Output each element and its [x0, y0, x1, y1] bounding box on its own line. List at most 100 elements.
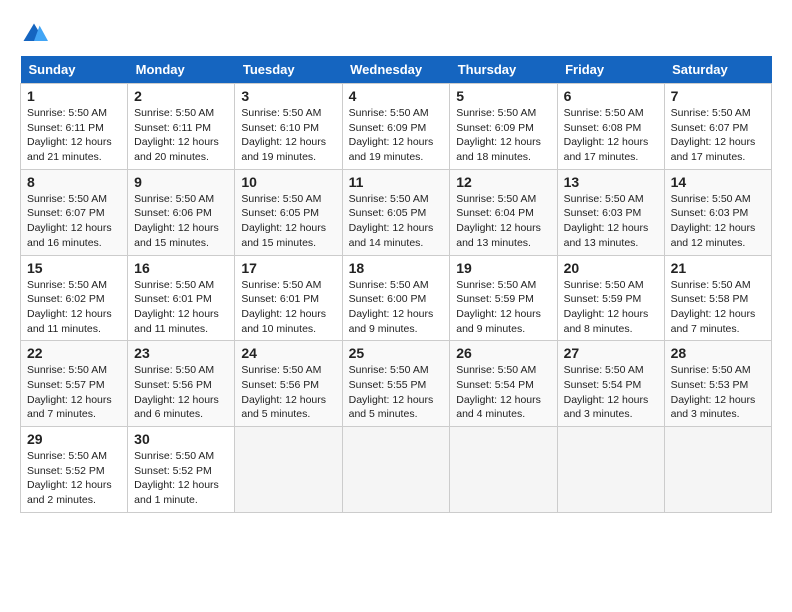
- calendar-day-cell: 14 Sunrise: 5:50 AMSunset: 6:03 PMDayligh…: [664, 169, 771, 255]
- day-info: Sunrise: 5:50 AMSunset: 5:52 PMDaylight:…: [27, 449, 121, 508]
- day-info: Sunrise: 5:50 AMSunset: 6:01 PMDaylight:…: [134, 278, 228, 337]
- day-info: Sunrise: 5:50 AMSunset: 6:07 PMDaylight:…: [671, 106, 765, 165]
- calendar-day-cell: 8 Sunrise: 5:50 AMSunset: 6:07 PMDaylight…: [21, 169, 128, 255]
- day-info: Sunrise: 5:50 AMSunset: 5:59 PMDaylight:…: [456, 278, 550, 337]
- day-number: 4: [349, 88, 444, 104]
- weekday-header-cell: Monday: [128, 56, 235, 84]
- logo-icon: [20, 20, 48, 48]
- day-number: 7: [671, 88, 765, 104]
- day-info: Sunrise: 5:50 AMSunset: 6:00 PMDaylight:…: [349, 278, 444, 337]
- day-number: 21: [671, 260, 765, 276]
- calendar-day-cell: 6Sunrise: 5:50 AMSunset: 6:08 PMDaylight…: [557, 84, 664, 170]
- day-info: Sunrise: 5:50 AMSunset: 6:09 PMDaylight:…: [456, 106, 550, 165]
- day-number: 26: [456, 345, 550, 361]
- calendar-day-cell: 20 Sunrise: 5:50 AMSunset: 5:59 PMDayligh…: [557, 255, 664, 341]
- calendar-day-cell: 11Sunrise: 5:50 AMSunset: 6:05 PMDayligh…: [342, 169, 450, 255]
- day-info: Sunrise: 5:50 AMSunset: 5:53 PMDaylight:…: [671, 363, 765, 422]
- calendar-day-cell: [342, 427, 450, 513]
- calendar-day-cell: 19 Sunrise: 5:50 AMSunset: 5:59 PMDayligh…: [450, 255, 557, 341]
- calendar-day-cell: [557, 427, 664, 513]
- calendar-week-row: 1 Sunrise: 5:50 AMSunset: 6:11 PMDaylight…: [21, 84, 772, 170]
- day-info: Sunrise: 5:50 AMSunset: 5:52 PMDaylight:…: [134, 449, 228, 508]
- calendar-day-cell: 23 Sunrise: 5:50 AMSunset: 5:56 PMDayligh…: [128, 341, 235, 427]
- day-number: 19: [456, 260, 550, 276]
- day-number: 2: [134, 88, 228, 104]
- weekday-header-cell: Thursday: [450, 56, 557, 84]
- calendar-day-cell: [235, 427, 342, 513]
- calendar-day-cell: 28 Sunrise: 5:50 AMSunset: 5:53 PMDayligh…: [664, 341, 771, 427]
- weekday-header-cell: Wednesday: [342, 56, 450, 84]
- day-info: Sunrise: 5:50 AMSunset: 6:03 PMDaylight:…: [671, 192, 765, 251]
- day-info: Sunrise: 5:50 AMSunset: 5:57 PMDaylight:…: [27, 363, 121, 422]
- weekday-header-cell: Tuesday: [235, 56, 342, 84]
- day-info: Sunrise: 5:50 AMSunset: 5:59 PMDaylight:…: [564, 278, 658, 337]
- day-number: 10: [241, 174, 335, 190]
- calendar-day-cell: 22Sunrise: 5:50 AMSunset: 5:57 PMDayligh…: [21, 341, 128, 427]
- calendar-day-cell: 13 Sunrise: 5:50 AMSunset: 6:03 PMDayligh…: [557, 169, 664, 255]
- day-info: Sunrise: 5:50 AMSunset: 6:05 PMDaylight:…: [241, 192, 335, 251]
- weekday-header-row: SundayMondayTuesdayWednesdayThursdayFrid…: [21, 56, 772, 84]
- day-number: 13: [564, 174, 658, 190]
- calendar-day-cell: [450, 427, 557, 513]
- day-number: 17: [241, 260, 335, 276]
- day-info: Sunrise: 5:50 AMSunset: 6:07 PMDaylight:…: [27, 192, 121, 251]
- calendar-day-cell: 27 Sunrise: 5:50 AMSunset: 5:54 PMDayligh…: [557, 341, 664, 427]
- calendar-day-cell: 9Sunrise: 5:50 AMSunset: 6:06 PMDaylight…: [128, 169, 235, 255]
- day-info: Sunrise: 5:50 AMSunset: 6:02 PMDaylight:…: [27, 278, 121, 337]
- day-number: 6: [564, 88, 658, 104]
- day-number: 9: [134, 174, 228, 190]
- day-info: Sunrise: 5:50 AMSunset: 5:55 PMDaylight:…: [349, 363, 444, 422]
- day-number: 8: [27, 174, 121, 190]
- calendar-week-row: 29 Sunrise: 5:50 AMSunset: 5:52 PMDayligh…: [21, 427, 772, 513]
- calendar-day-cell: 21Sunrise: 5:50 AMSunset: 5:58 PMDayligh…: [664, 255, 771, 341]
- day-info: Sunrise: 5:50 AMSunset: 5:54 PMDaylight:…: [564, 363, 658, 422]
- day-info: Sunrise: 5:50 AMSunset: 6:10 PMDaylight:…: [241, 106, 335, 165]
- calendar-table: SundayMondayTuesdayWednesdayThursdayFrid…: [20, 56, 772, 513]
- calendar-day-cell: [664, 427, 771, 513]
- day-number: 14: [671, 174, 765, 190]
- calendar-day-cell: 16 Sunrise: 5:50 AMSunset: 6:01 PMDayligh…: [128, 255, 235, 341]
- day-number: 28: [671, 345, 765, 361]
- calendar-day-cell: 29 Sunrise: 5:50 AMSunset: 5:52 PMDayligh…: [21, 427, 128, 513]
- weekday-header-cell: Saturday: [664, 56, 771, 84]
- calendar-day-cell: 15 Sunrise: 5:50 AMSunset: 6:02 PMDayligh…: [21, 255, 128, 341]
- page-header: [20, 20, 772, 48]
- day-info: Sunrise: 5:50 AMSunset: 6:05 PMDaylight:…: [349, 192, 444, 251]
- day-number: 1: [27, 88, 121, 104]
- day-info: Sunrise: 5:50 AMSunset: 5:56 PMDaylight:…: [134, 363, 228, 422]
- calendar-day-cell: 12 Sunrise: 5:50 AMSunset: 6:04 PMDayligh…: [450, 169, 557, 255]
- day-info: Sunrise: 5:50 AMSunset: 5:56 PMDaylight:…: [241, 363, 335, 422]
- day-number: 20: [564, 260, 658, 276]
- day-info: Sunrise: 5:50 AMSunset: 6:11 PMDaylight:…: [134, 106, 228, 165]
- day-number: 25: [349, 345, 444, 361]
- calendar-day-cell: 24 Sunrise: 5:50 AMSunset: 5:56 PMDayligh…: [235, 341, 342, 427]
- logo: [20, 20, 50, 48]
- calendar-day-cell: 25 Sunrise: 5:50 AMSunset: 5:55 PMDayligh…: [342, 341, 450, 427]
- day-info: Sunrise: 5:50 AMSunset: 6:04 PMDaylight:…: [456, 192, 550, 251]
- weekday-header-cell: Sunday: [21, 56, 128, 84]
- calendar-day-cell: 3Sunrise: 5:50 AMSunset: 6:10 PMDaylight…: [235, 84, 342, 170]
- calendar-day-cell: 1 Sunrise: 5:50 AMSunset: 6:11 PMDaylight…: [21, 84, 128, 170]
- weekday-header-cell: Friday: [557, 56, 664, 84]
- day-number: 24: [241, 345, 335, 361]
- day-number: 16: [134, 260, 228, 276]
- calendar-week-row: 15 Sunrise: 5:50 AMSunset: 6:02 PMDayligh…: [21, 255, 772, 341]
- calendar-week-row: 8 Sunrise: 5:50 AMSunset: 6:07 PMDaylight…: [21, 169, 772, 255]
- day-number: 23: [134, 345, 228, 361]
- day-number: 29: [27, 431, 121, 447]
- day-info: Sunrise: 5:50 AMSunset: 6:01 PMDaylight:…: [241, 278, 335, 337]
- calendar-day-cell: 7 Sunrise: 5:50 AMSunset: 6:07 PMDaylight…: [664, 84, 771, 170]
- calendar-week-row: 22Sunrise: 5:50 AMSunset: 5:57 PMDayligh…: [21, 341, 772, 427]
- day-number: 18: [349, 260, 444, 276]
- day-info: Sunrise: 5:50 AMSunset: 6:11 PMDaylight:…: [27, 106, 121, 165]
- day-info: Sunrise: 5:50 AMSunset: 6:03 PMDaylight:…: [564, 192, 658, 251]
- day-number: 27: [564, 345, 658, 361]
- day-number: 12: [456, 174, 550, 190]
- calendar-day-cell: 2 Sunrise: 5:50 AMSunset: 6:11 PMDaylight…: [128, 84, 235, 170]
- calendar-day-cell: 5Sunrise: 5:50 AMSunset: 6:09 PMDaylight…: [450, 84, 557, 170]
- calendar-day-cell: 26Sunrise: 5:50 AMSunset: 5:54 PMDayligh…: [450, 341, 557, 427]
- calendar-day-cell: 17 Sunrise: 5:50 AMSunset: 6:01 PMDayligh…: [235, 255, 342, 341]
- day-info: Sunrise: 5:50 AMSunset: 6:09 PMDaylight:…: [349, 106, 444, 165]
- calendar-day-cell: 4 Sunrise: 5:50 AMSunset: 6:09 PMDaylight…: [342, 84, 450, 170]
- day-number: 15: [27, 260, 121, 276]
